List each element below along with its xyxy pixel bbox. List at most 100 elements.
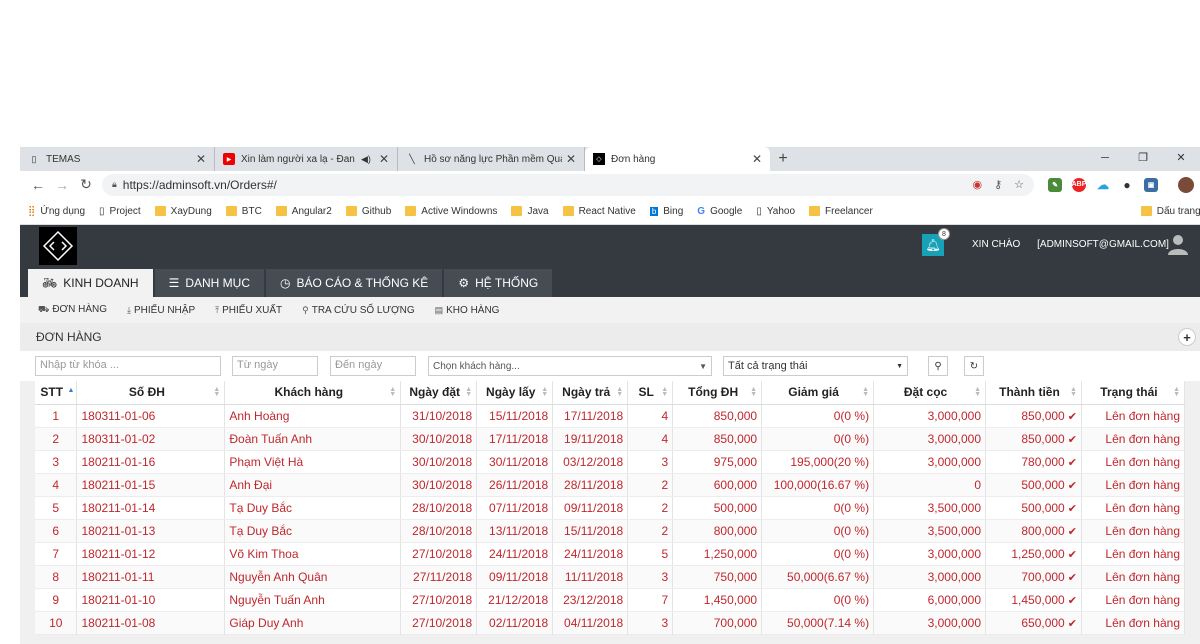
sort-icon[interactable]: ▲ ▼ (213, 386, 220, 398)
blocked-icon[interactable]: ◉ (972, 178, 982, 191)
table-row[interactable]: 3 180211-01-16 Phạm Việt Hà 30/10/2018 30/11… (35, 450, 1186, 474)
sort-icon[interactable]: ▲ ▼ (661, 386, 668, 398)
close-icon[interactable]: ✕ (379, 152, 389, 166)
column-header[interactable]: STT ▲ (35, 381, 78, 405)
close-icon[interactable]: ✕ (752, 152, 762, 166)
profile-avatar[interactable] (1178, 176, 1194, 193)
table-cell: 07/11/2018 (476, 496, 554, 520)
table-row[interactable]: 7 180211-01-12 Võ Kim Thoa 27/10/2018 24/11/… (35, 542, 1186, 566)
table-row[interactable]: 5 180211-01-14 Tạ Duy Bắc 28/10/2018 07/11/2… (35, 496, 1186, 520)
page-icon: ▯ (31, 153, 37, 164)
column-header[interactable]: Đặt cọc ▲ ▼ (873, 381, 986, 405)
minimize-icon[interactable]: ─ (1086, 147, 1124, 171)
column-header[interactable]: Trạng thái ▲ ▼ (1081, 381, 1186, 405)
sort-icon[interactable]: ▲ ▼ (1070, 386, 1077, 398)
sort-icon[interactable]: ▲ ▼ (862, 386, 869, 398)
column-header[interactable]: Tổng ĐH ▲ ▼ (672, 381, 763, 405)
apps-grid-icon: ⣿ (28, 205, 36, 217)
browser-tab[interactable]: ▯ TEMAS ✕ (20, 147, 215, 171)
column-header[interactable]: Khách hàng ▲ ▼ (224, 381, 402, 405)
adblock-icon[interactable]: ABP (1072, 177, 1086, 192)
bookmark-apps[interactable]: ⣿ Ứng dụng (28, 206, 85, 217)
customer-select[interactable]: Chọn khách hàng... ▼ (428, 356, 712, 376)
cloud-icon[interactable]: ☁ (1096, 178, 1110, 192)
status-select[interactable]: Tất cả trạng thái ▼ (723, 356, 908, 376)
bookmark[interactable]: G Google (697, 206, 742, 217)
tab-danh-muc[interactable]: ☰ DANH MỤC (154, 269, 265, 297)
key-icon[interactable]: ⚷ (994, 178, 1002, 191)
table-row[interactable]: 10 180211-01-08 Giáp Duy Anh 27/10/2018 02/1… (35, 611, 1186, 635)
bookmark[interactable]: XayDung (154, 206, 212, 217)
url-field[interactable]: 🔒︎ https://adminsoft.vn/Orders#/ ◉ ⚷ ☆ (102, 173, 1034, 196)
bookmark[interactable]: Angular2 (275, 206, 332, 217)
table-row[interactable]: 6 180211-01-13 Tạ Duy Bắc 28/10/2018 13/11/2… (35, 519, 1186, 543)
table-row[interactable]: 4 180211-01-15 Anh Đại 30/10/2018 26/11/2018… (35, 473, 1186, 497)
column-header[interactable]: Ngày trả ▲ ▼ (552, 381, 629, 405)
bookmark[interactable]: BTC (225, 206, 262, 217)
star-icon[interactable]: ☆ (1014, 178, 1024, 191)
bookmark[interactable]: Java (511, 206, 549, 217)
browser-tab[interactable]: ▶ Xin làm người xa lạ - Đan Ng ◀) ✕ (215, 147, 398, 171)
refresh-button[interactable]: ↻ (964, 356, 984, 376)
table-cell: 11/11/2018 (552, 565, 629, 589)
browser-tab-active[interactable]: ◇ Đơn hàng ✕ (585, 147, 770, 171)
bookmark[interactable]: Github (345, 206, 391, 217)
bookmark[interactable]: b Bing (649, 206, 683, 217)
bookmark-other[interactable]: Dấu trang kh (1140, 206, 1200, 217)
subnav-phieu-nhap[interactable]: ⤓ PHIẾU NHẬP (127, 305, 195, 316)
forward-icon[interactable]: → (50, 177, 74, 193)
back-icon[interactable]: ← (26, 177, 50, 193)
bookmark[interactable]: Active Windowns (405, 206, 497, 217)
table-cell: 13/11/2018 (476, 519, 554, 543)
column-header[interactable]: Thành tiền ▲ ▼ (985, 381, 1082, 405)
extension-icon[interactable]: ● (1120, 178, 1134, 192)
sort-icon[interactable]: ▲ ▼ (750, 386, 757, 398)
user-email[interactable]: [ADMINSOFT@GMAIL.COM] (1037, 239, 1169, 250)
sort-icon[interactable]: ▲ ▼ (616, 386, 623, 398)
extension-icon[interactable]: ✎ (1048, 177, 1062, 192)
sort-icon[interactable]: ▲ ▼ (389, 386, 396, 398)
table-row[interactable]: 1 180311-01-06 Anh Hoàng 31/10/2018 15/11/20… (35, 404, 1186, 428)
notification-button[interactable]: 🔔︎ 8 (922, 228, 950, 256)
reload-icon[interactable]: ↻ (74, 176, 98, 193)
maximize-icon[interactable]: ❐ (1124, 147, 1162, 171)
table-row[interactable]: 8 180211-01-11 Nguyễn Anh Quân 27/11/2018 09… (35, 565, 1186, 589)
sort-icon[interactable]: ▲ ▼ (974, 386, 981, 398)
keyword-input[interactable]: Nhập từ khóa ... (35, 356, 221, 376)
table-cell: 0(0 %) (761, 404, 875, 428)
subnav-don-hang[interactable]: ⛟ ĐƠN HÀNG (38, 304, 107, 316)
tab-he-thong[interactable]: ⚙ HỆ THỐNG (444, 269, 553, 297)
sort-icon[interactable]: ▲ ▼ (1173, 386, 1180, 398)
bookmark[interactable]: ▯ Yahoo (756, 206, 795, 217)
add-order-button[interactable]: + (1178, 328, 1196, 346)
close-icon[interactable]: ✕ (566, 152, 576, 166)
from-date-input[interactable]: Từ ngày (232, 356, 318, 376)
bookmark[interactable]: ▯ Project (99, 206, 141, 217)
subnav-tra-cuu[interactable]: ⚲ TRA CỨU SỐ LƯỢNG (302, 305, 414, 316)
search-button[interactable]: ⚲ (928, 356, 948, 376)
column-header[interactable]: Số ĐH ▲ ▼ (76, 381, 226, 405)
subnav-kho-hang[interactable]: ▤ KHO HÀNG (435, 305, 500, 316)
close-window-icon[interactable]: ✕ (1162, 147, 1200, 171)
new-tab-button[interactable]: + (770, 147, 796, 171)
to-date-input[interactable]: Đến ngày (330, 356, 416, 376)
tab-kinh-doanh[interactable]: 🚲︎ KINH DOANH (28, 269, 153, 297)
close-icon[interactable]: ✕ (196, 152, 206, 166)
table-row[interactable]: 9 180211-01-10 Nguyễn Tuấn Anh 27/10/2018 21… (35, 588, 1186, 612)
bookmark[interactable]: Freelancer (809, 206, 873, 217)
user-icon[interactable] (1168, 233, 1188, 255)
column-header[interactable]: SL ▲ ▼ (627, 381, 674, 405)
sort-icon[interactable]: ▲ ▼ (465, 386, 472, 398)
browser-tab[interactable]: ╲ Hồ sơ năng lực Phần mềm Quản ✕ (398, 147, 585, 171)
column-header[interactable]: Ngày lấy ▲ ▼ (476, 381, 554, 405)
table-row[interactable]: 2 180311-01-02 Đoàn Tuấn Anh 30/10/2018 17/1… (35, 427, 1186, 451)
column-header[interactable]: Giảm giá ▲ ▼ (761, 381, 875, 405)
sort-asc-icon[interactable]: ▲ (68, 387, 75, 394)
sort-icon[interactable]: ▲ ▼ (541, 386, 548, 398)
extension-icon[interactable]: ▣ (1144, 177, 1158, 192)
bookmark[interactable]: React Native (562, 206, 636, 217)
column-header[interactable]: Ngày đặt ▲ ▼ (400, 381, 478, 405)
logo[interactable] (39, 227, 77, 265)
tab-bao-cao[interactable]: ◷ BÁO CÁO & THỐNG KÊ (266, 269, 443, 297)
subnav-phieu-xuat[interactable]: ⤒ PHIẾU XUẤT (215, 305, 282, 316)
